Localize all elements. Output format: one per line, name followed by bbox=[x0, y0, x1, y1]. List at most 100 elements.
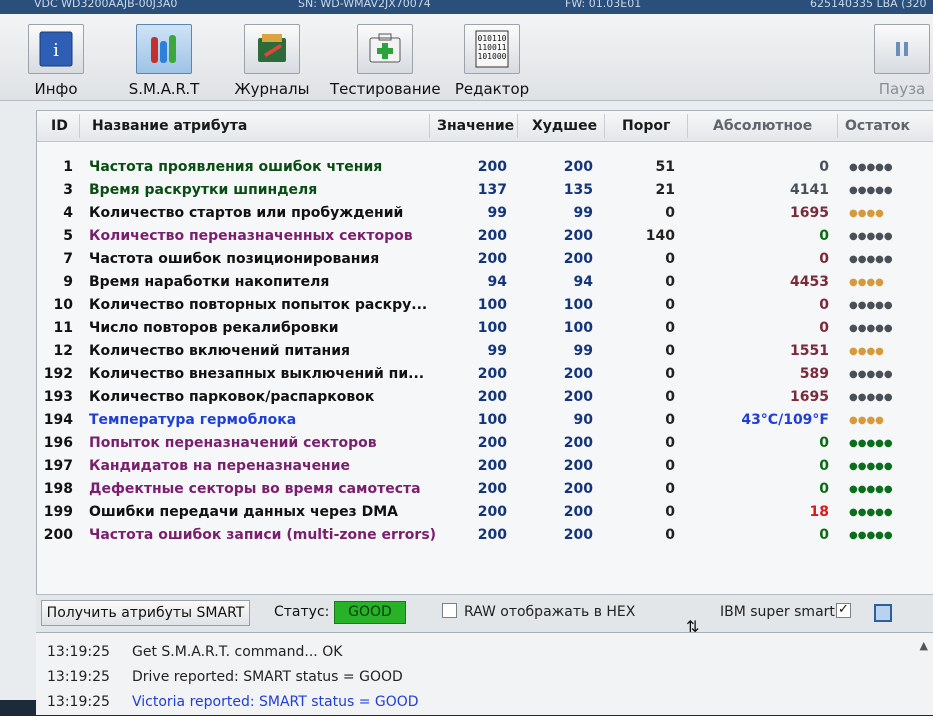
attr-threshold: 21 bbox=[655, 182, 675, 198]
attr-worst: 200 bbox=[563, 481, 593, 497]
attr-raw: 1695 bbox=[790, 205, 829, 221]
attr-remaining: ●●●●● bbox=[849, 507, 893, 518]
table-row[interactable]: 196 Попыток переназначений секторов 200 200… bbox=[37, 432, 933, 455]
attr-threshold: 0 bbox=[665, 251, 675, 267]
table-row[interactable]: 4 Количество стартов или пробуждений 99 99 0… bbox=[37, 202, 933, 225]
attr-name: Количество стартов или пробуждений bbox=[89, 205, 404, 221]
attr-threshold: 0 bbox=[665, 458, 675, 474]
attr-raw: 0 bbox=[819, 435, 829, 451]
tab-smart[interactable]: S.M.A.R.T bbox=[118, 18, 210, 98]
drive-firmware-text: FW: 01.03E01 bbox=[565, 0, 642, 10]
attr-worst: 100 bbox=[563, 297, 593, 313]
table-row[interactable]: 200 Частота ошибок записи (multi-zone err… bbox=[37, 524, 933, 547]
attr-id: 198 bbox=[43, 481, 73, 497]
attr-worst: 99 bbox=[573, 205, 593, 221]
table-header: ID Название атрибута Значение Худшее Пор… bbox=[37, 111, 933, 142]
attr-name: Температура гермоблока bbox=[89, 412, 297, 428]
attr-remaining: ●●●●● bbox=[849, 369, 893, 380]
attr-raw: 18 bbox=[809, 504, 829, 520]
event-log: ▲ 13:19:25 Get S.M.A.R.T. command... OK 13… bbox=[36, 632, 933, 715]
table-row[interactable]: 3 Время раскрутки шпинделя 137 135 21 4141 ●●●… bbox=[37, 179, 933, 202]
tab-info[interactable]: i Инфо bbox=[18, 18, 94, 98]
attr-worst: 94 bbox=[573, 274, 593, 290]
col-threshold-header[interactable]: Порог bbox=[622, 118, 670, 134]
attr-id: 3 bbox=[63, 182, 73, 198]
attr-name: Число повторов рекалибровки bbox=[89, 320, 339, 336]
attr-value: 200 bbox=[477, 435, 507, 451]
main-toolbar: i Инфо S.M.A.R.T Журналы Тестирование 01… bbox=[0, 14, 933, 101]
col-id-header[interactable]: ID bbox=[51, 118, 68, 134]
tab-journals[interactable]: Журналы bbox=[230, 18, 314, 98]
attr-worst: 99 bbox=[573, 343, 593, 359]
col-worst-header[interactable]: Худшее bbox=[532, 118, 597, 134]
log-line: 13:19:25 Get S.M.A.R.T. command... OK bbox=[36, 644, 916, 666]
attr-raw: 589 bbox=[799, 366, 829, 382]
attr-remaining: ●●●●● bbox=[849, 484, 893, 495]
pause-button[interactable]: Пауза bbox=[872, 18, 932, 98]
svg-text:010110: 010110 bbox=[478, 34, 507, 43]
attr-name: Частота проявления ошибок чтения bbox=[89, 159, 383, 175]
attr-id: 10 bbox=[53, 297, 73, 313]
table-row[interactable]: 5 Количество переназначенных секторов 200 2… bbox=[37, 225, 933, 248]
log-time: 13:19:25 bbox=[47, 644, 110, 660]
attr-id: 1 bbox=[63, 159, 73, 175]
table-row[interactable]: 194 Температура гермоблока 100 90 0 43°C/109°… bbox=[37, 409, 933, 432]
tab-editor[interactable]: 010110 110011 101000 Редактор bbox=[450, 18, 534, 98]
tab-info-label: Инфо bbox=[34, 80, 78, 98]
svg-text:i: i bbox=[53, 40, 59, 61]
tab-testing[interactable]: Тестирование bbox=[330, 18, 441, 98]
attr-value: 200 bbox=[477, 527, 507, 543]
attr-remaining: ●●●● bbox=[849, 346, 884, 357]
attr-worst: 135 bbox=[563, 182, 593, 198]
attr-id: 12 bbox=[53, 343, 73, 359]
attr-id: 9 bbox=[63, 274, 73, 290]
attr-name: Дефектные секторы во время самотеста bbox=[89, 481, 421, 497]
attr-remaining: ●●●● bbox=[849, 415, 884, 426]
ibm-super-smart-label: IBM super smart: bbox=[720, 604, 840, 620]
table-row[interactable]: 11 Число повторов рекалибровки 100 100 0 0 ●●●… bbox=[37, 317, 933, 340]
col-name-header[interactable]: Название атрибута bbox=[92, 118, 247, 134]
attr-worst: 90 bbox=[573, 412, 593, 428]
attr-value: 200 bbox=[477, 159, 507, 175]
attr-worst: 200 bbox=[563, 527, 593, 543]
extra-toggle-box[interactable] bbox=[874, 604, 892, 622]
table-row[interactable]: 7 Частота ошибок позиционирования 200 200 0 0… bbox=[37, 248, 933, 271]
attr-threshold: 0 bbox=[665, 435, 675, 451]
col-raw-header[interactable]: Абсолютное bbox=[713, 118, 812, 134]
col-remaining-header[interactable]: Остаток bbox=[845, 118, 910, 134]
log-message: Drive reported: SMART status = GOOD bbox=[132, 669, 403, 685]
table-row[interactable]: 199 Ошибки передачи данных через DMA 200 20… bbox=[37, 501, 933, 524]
table-row[interactable]: 198 Дефектные секторы во время самотеста 2… bbox=[37, 478, 933, 501]
attr-value: 200 bbox=[477, 481, 507, 497]
col-value-header[interactable]: Значение bbox=[437, 118, 514, 134]
attr-worst: 200 bbox=[563, 504, 593, 520]
table-row[interactable]: 10 Количество повторных попыток раскру...… bbox=[37, 294, 933, 317]
table-row[interactable]: 9 Время наработки накопителя 94 94 0 4453 ●●●● bbox=[37, 271, 933, 294]
attr-name: Кандидатов на переназначение bbox=[89, 458, 351, 474]
attr-value: 200 bbox=[477, 389, 507, 405]
attr-raw: 43°C/109°F bbox=[741, 412, 829, 428]
attr-name: Время раскрутки шпинделя bbox=[89, 182, 318, 198]
table-row[interactable]: 12 Количество включений питания 99 99 0 1551 ●… bbox=[37, 340, 933, 363]
attr-remaining: ●●●● bbox=[849, 277, 884, 288]
status-badge: GOOD bbox=[334, 601, 406, 624]
raw-hex-checkbox[interactable] bbox=[442, 603, 457, 618]
attr-raw: 0 bbox=[819, 228, 829, 244]
attr-name: Количество внезапных выключений пи... bbox=[89, 366, 425, 382]
attr-value: 100 bbox=[477, 297, 507, 313]
get-smart-button[interactable]: Получить атрибуты SMART bbox=[41, 600, 250, 626]
attr-threshold: 0 bbox=[665, 320, 675, 336]
table-row[interactable]: 197 Кандидатов на переназначение 200 200 0 0 ●… bbox=[37, 455, 933, 478]
table-row[interactable]: 1 Частота проявления ошибок чтения 200 200 5… bbox=[37, 156, 933, 179]
attr-remaining: ●●●●● bbox=[849, 300, 893, 311]
scroll-up-icon[interactable]: ▲ bbox=[920, 639, 928, 652]
attr-value: 200 bbox=[477, 366, 507, 382]
ibm-super-smart-checkbox[interactable]: ✓ bbox=[836, 603, 851, 618]
svg-text:101000: 101000 bbox=[478, 52, 507, 61]
pause-icon bbox=[874, 24, 930, 74]
attr-name: Попыток переназначений секторов bbox=[89, 435, 377, 451]
victoria-window: i Инфо S.M.A.R.T Журналы Тестирование 01… bbox=[0, 14, 933, 715]
table-row[interactable]: 193 Количество парковок/распарковок 200 200… bbox=[37, 386, 933, 409]
table-row[interactable]: 192 Количество внезапных выключений пи...… bbox=[37, 363, 933, 386]
journal-icon bbox=[244, 24, 300, 74]
